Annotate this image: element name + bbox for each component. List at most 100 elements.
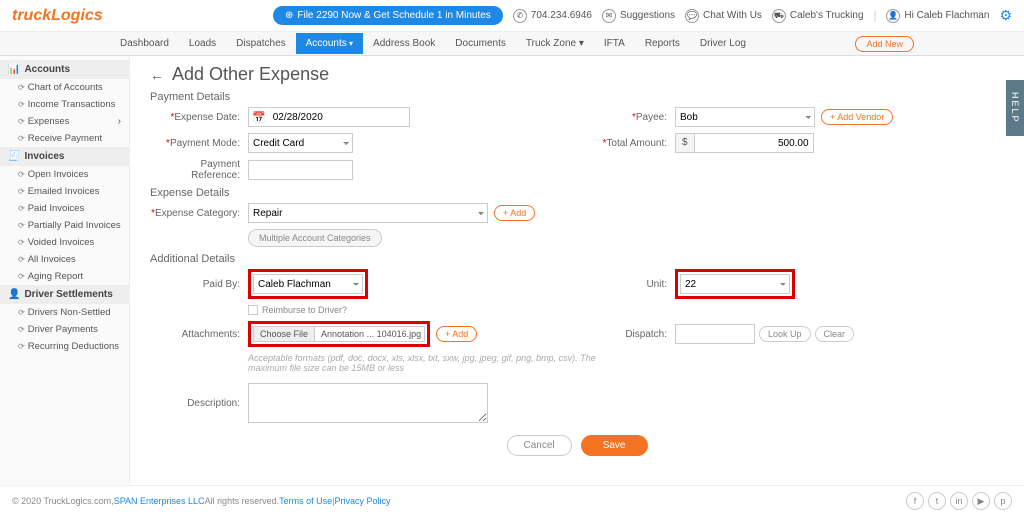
sidebar-aging[interactable]: Aging Report — [0, 268, 129, 285]
nav-reports[interactable]: Reports — [635, 33, 690, 54]
description-label: Description: — [150, 398, 240, 409]
sidebar-income[interactable]: Income Transactions — [0, 96, 129, 113]
nav-dispatches[interactable]: Dispatches — [226, 33, 295, 54]
payment-details-header: Payment Details — [150, 91, 1004, 103]
add-new-button[interactable]: Add New — [855, 36, 914, 52]
sidebar-all[interactable]: All Invoices — [0, 251, 129, 268]
total-amount-input[interactable] — [694, 133, 814, 153]
expense-category-label: Expense Category: — [150, 208, 240, 219]
paid-by-label: Paid By: — [150, 279, 240, 290]
youtube-icon[interactable]: ▶ — [972, 492, 990, 510]
dispatch-input[interactable] — [675, 324, 755, 344]
footer-privacy-link[interactable]: Privacy Policy — [334, 496, 390, 506]
main-content: ← Add Other Expense Payment Details Expe… — [130, 56, 1024, 496]
logo[interactable]: truckLogics — [12, 7, 103, 25]
multiple-categories-button[interactable]: Multiple Account Categories — [248, 229, 382, 247]
bulb-icon: ✉ — [602, 9, 616, 23]
attachment-hint: Acceptable formats (pdf, doc, docx, xls,… — [248, 353, 598, 373]
paid-by-select[interactable]: Caleb Flachman — [253, 274, 363, 294]
save-button[interactable]: Save — [581, 435, 648, 456]
sidebar-coa[interactable]: Chart of Accounts — [0, 79, 129, 96]
additional-details-header: Additional Details — [150, 253, 1004, 265]
attachments-highlight: Choose File Annotation ... 104016.jpg — [248, 321, 430, 347]
logo-text-1: truck — [12, 7, 51, 24]
unit-highlight: 22 — [675, 269, 795, 299]
nav-ifta[interactable]: IFTA — [594, 33, 635, 54]
unit-label: Unit: — [577, 279, 667, 290]
reimburse-label: Reimburse to Driver? — [262, 305, 347, 315]
payment-mode-label: Payment Mode: — [150, 138, 240, 149]
sidebar-voided[interactable]: Voided Invoices — [0, 234, 129, 251]
page-title: Add Other Expense — [172, 64, 329, 85]
add-attachment-button[interactable]: + Add — [436, 326, 477, 342]
sidebar-driver-header: 👤 Driver Settlements — [0, 285, 129, 304]
sidebar-emailed[interactable]: Emailed Invoices — [0, 183, 129, 200]
sidebar-invoices-header: 🧾 Invoices — [0, 147, 129, 166]
help-tab[interactable]: HELP — [1006, 80, 1024, 136]
payment-ref-input[interactable] — [248, 160, 353, 180]
truck-icon: ⛟ — [772, 9, 786, 23]
expense-category-select[interactable]: Repair — [248, 203, 488, 223]
twitter-icon[interactable]: t — [928, 492, 946, 510]
payee-select[interactable]: Bob — [675, 107, 815, 127]
phone-link[interactable]: ✆704.234.6946 — [513, 9, 592, 23]
nav-addressbook[interactable]: Address Book — [363, 33, 445, 54]
nav-dashboard[interactable]: Dashboard — [110, 33, 179, 54]
footer: © 2020 TruckLogics.com, SPAN Enterprises… — [0, 485, 1024, 516]
unit-select[interactable]: 22 — [680, 274, 790, 294]
payment-ref-label: Payment Reference: — [150, 159, 240, 181]
suggestions-link[interactable]: ✉Suggestions — [602, 9, 675, 23]
chat-icon: 💬 — [685, 9, 699, 23]
user-icon: 👤 — [886, 9, 900, 23]
chat-link[interactable]: 💬Chat With Us — [685, 9, 762, 23]
phone-icon: ✆ — [513, 9, 527, 23]
nav-driverlog[interactable]: Driver Log — [690, 33, 756, 54]
nav-accounts[interactable]: Accounts — [296, 33, 363, 54]
cancel-button[interactable]: Cancel — [507, 435, 572, 456]
sidebar-recurring[interactable]: Recurring Deductions — [0, 338, 129, 355]
total-amount-label: Total Amount: — [577, 138, 667, 149]
currency-symbol: $ — [675, 133, 694, 153]
add-vendor-button[interactable]: + Add Vendor — [821, 109, 893, 125]
sidebar-expenses[interactable]: Expenses — [0, 113, 129, 130]
calendar-icon[interactable]: 📅 — [249, 111, 269, 124]
footer-terms-link[interactable]: Terms of Use — [279, 496, 332, 506]
reimburse-checkbox[interactable] — [248, 305, 258, 315]
pinterest-icon[interactable]: p — [994, 492, 1012, 510]
paid-by-highlight: Caleb Flachman — [248, 269, 368, 299]
choose-file-button[interactable]: Choose File — [253, 326, 315, 342]
footer-span-link[interactable]: SPAN Enterprises LLC — [114, 496, 205, 506]
lookup-button[interactable]: Look Up — [759, 326, 811, 342]
sidebar-notsettled[interactable]: Drivers Non-Settled — [0, 304, 129, 321]
expense-details-header: Expense Details — [150, 187, 1004, 199]
clear-button[interactable]: Clear — [815, 326, 855, 342]
sidebar-partial[interactable]: Partially Paid Invoices — [0, 217, 129, 234]
logo-text-2: Logics — [51, 7, 103, 24]
dispatch-label: Dispatch: — [577, 329, 667, 340]
sidebar-open[interactable]: Open Invoices — [0, 166, 129, 183]
add-category-button[interactable]: + Add — [494, 205, 535, 221]
facebook-icon[interactable]: f — [906, 492, 924, 510]
nav-truckzone[interactable]: Truck Zone ▾ — [516, 33, 594, 54]
sidebar-payments[interactable]: Driver Payments — [0, 321, 129, 338]
navbar: Dashboard Loads Dispatches Accounts Addr… — [0, 32, 1024, 56]
expense-date-input[interactable] — [269, 108, 409, 126]
back-arrow[interactable]: ← — [150, 67, 164, 83]
description-textarea[interactable] — [248, 383, 488, 423]
expense-date-label: Expense Date: — [150, 112, 240, 123]
topbar: truckLogics ⊕File 2290 Now & Get Schedul… — [0, 0, 1024, 32]
payee-label: Payee: — [577, 112, 667, 123]
linkedin-icon[interactable]: in — [950, 492, 968, 510]
promo-banner[interactable]: ⊕File 2290 Now & Get Schedule 1 in Minut… — [273, 6, 503, 25]
company-link[interactable]: ⛟Caleb's Trucking — [772, 9, 864, 23]
nav-loads[interactable]: Loads — [179, 33, 226, 54]
sidebar-accounts-header: 📊 Accounts — [0, 60, 129, 79]
attachments-label: Attachments: — [150, 329, 240, 340]
sidebar: 📊 Accounts Chart of Accounts Income Tran… — [0, 56, 130, 496]
gear-icon[interactable]: ⚙ — [999, 7, 1012, 24]
sidebar-paid[interactable]: Paid Invoices — [0, 200, 129, 217]
sidebar-receive[interactable]: Receive Payment — [0, 130, 129, 147]
user-greeting[interactable]: 👤Hi Caleb Flachman — [886, 9, 989, 23]
nav-documents[interactable]: Documents — [445, 33, 516, 54]
payment-mode-select[interactable]: Credit Card — [248, 133, 353, 153]
